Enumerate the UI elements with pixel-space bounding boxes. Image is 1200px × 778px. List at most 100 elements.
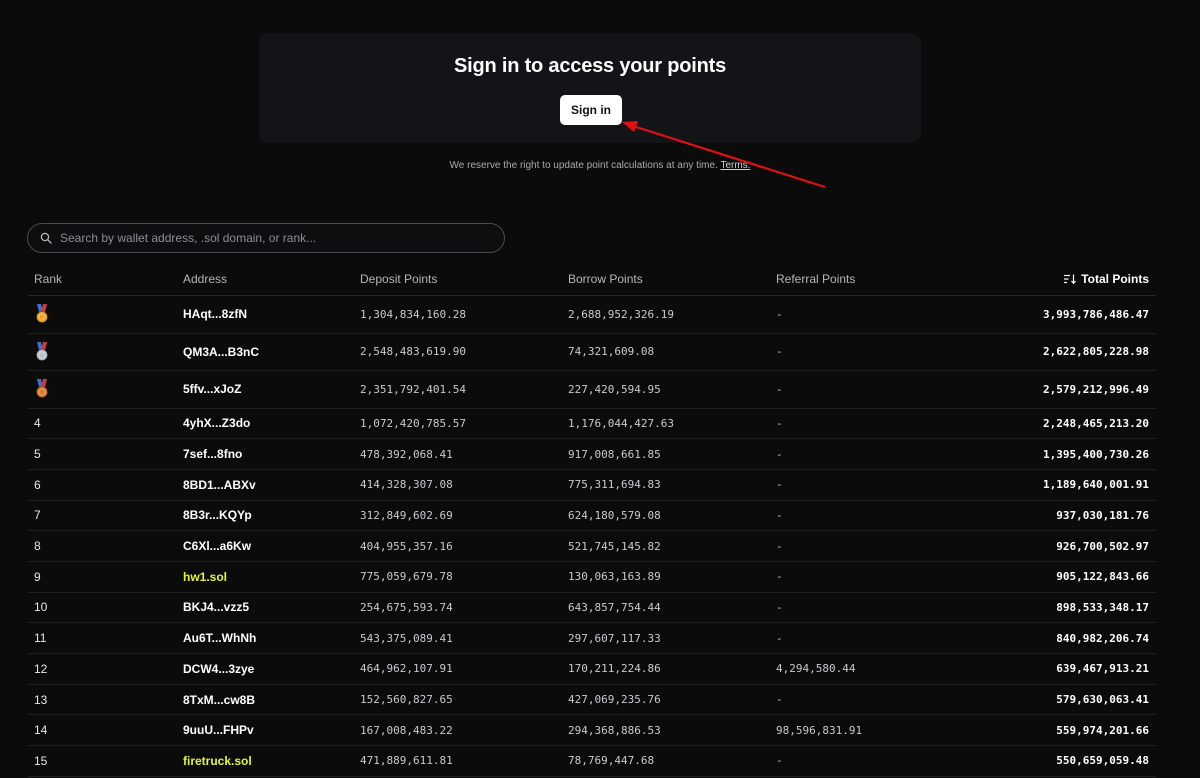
- table-row[interactable]: 12 DCW4...3zye 464,962,107.91 170,211,224.8…: [28, 654, 1156, 685]
- borrow-points: 1,176,044,427.63: [568, 416, 674, 430]
- deposit-points: 2,351,792,401.54: [360, 382, 466, 396]
- referral-points: -: [776, 600, 783, 614]
- total-points: 840,982,206.74: [1056, 631, 1149, 645]
- deposit-points: 414,328,307.08: [360, 478, 453, 492]
- header-total-label: Total Points: [1081, 272, 1149, 286]
- wallet-address[interactable]: DCW4...3zye: [178, 662, 360, 676]
- total-points: 898,533,348.17: [1056, 600, 1149, 614]
- borrow-points: 297,607,117.33: [568, 631, 661, 645]
- terms-text: We reserve the right to update point cal…: [449, 160, 718, 171]
- total-points: 3,993,786,486.47: [1043, 307, 1149, 321]
- referral-points: -: [776, 693, 783, 707]
- total-points: 550,659,059.48: [1056, 754, 1149, 768]
- wallet-address[interactable]: 8TxM...cw8B: [178, 693, 360, 707]
- deposit-points: 543,375,089.41: [360, 631, 453, 645]
- search-input[interactable]: [60, 231, 504, 245]
- table-row[interactable]: 11 Au6T...WhNh 543,375,089.41 297,607,117.3…: [28, 623, 1156, 654]
- header-deposit-points[interactable]: Deposit Points: [360, 272, 568, 286]
- header-address[interactable]: Address: [178, 272, 360, 286]
- table-row[interactable]: QM3A...B3nC 2,548,483,619.90 74,321,609.08…: [28, 334, 1156, 371]
- bronze-medal-icon: [36, 379, 48, 399]
- header-total-points[interactable]: Total Points: [976, 272, 1156, 286]
- wallet-address[interactable]: hw1.sol: [178, 570, 360, 584]
- header-rank[interactable]: Rank: [28, 272, 178, 286]
- borrow-points: 775,311,694.83: [568, 478, 661, 492]
- wallet-address[interactable]: 8B3r...KQYp: [178, 508, 360, 522]
- total-points: 2,579,212,996.49: [1043, 382, 1149, 396]
- referral-points: -: [776, 307, 783, 321]
- deposit-points: 404,955,357.16: [360, 539, 453, 553]
- wallet-address[interactable]: 8BD1...ABXv: [178, 478, 360, 492]
- total-points: 937,030,181.76: [1056, 508, 1149, 522]
- referral-points: -: [776, 416, 783, 430]
- rank-number: 13: [34, 692, 48, 707]
- header-borrow-points[interactable]: Borrow Points: [568, 272, 776, 286]
- wallet-address[interactable]: 9uuU...FHPv: [178, 723, 360, 737]
- rank-number: 4: [34, 416, 41, 431]
- wallet-address[interactable]: HAqt...8zfN: [178, 307, 360, 321]
- sort-descending-icon: [1064, 274, 1077, 284]
- total-points: 1,189,640,001.91: [1043, 478, 1149, 492]
- deposit-points: 464,962,107.91: [360, 662, 453, 676]
- referral-points: -: [776, 539, 783, 553]
- total-points: 905,122,843.66: [1056, 570, 1149, 584]
- terms-link[interactable]: Terms.: [720, 160, 750, 171]
- borrow-points: 624,180,579.08: [568, 508, 661, 522]
- signin-card: Sign in to access your points Sign in: [259, 33, 921, 143]
- referral-points: -: [776, 570, 783, 584]
- referral-points: -: [776, 447, 783, 461]
- borrow-points: 2,688,952,326.19: [568, 307, 674, 321]
- wallet-address[interactable]: 5ffv...xJoZ: [178, 382, 360, 396]
- table-row[interactable]: 8 C6Xl...a6Kw 404,955,357.16 521,745,145.82…: [28, 531, 1156, 562]
- table-row[interactable]: 5 7sef...8fno 478,392,068.41 917,008,661.85…: [28, 439, 1156, 470]
- table-row[interactable]: 4 4yhX...Z3do 1,072,420,785.57 1,176,044,42…: [28, 409, 1156, 440]
- borrow-points: 521,745,145.82: [568, 539, 661, 553]
- table-row[interactable]: 14 9uuU...FHPv 167,008,483.22 294,368,886.5…: [28, 715, 1156, 747]
- rank-medal: [28, 341, 178, 362]
- deposit-points: 1,072,420,785.57: [360, 416, 466, 430]
- wallet-address[interactable]: Au6T...WhNh: [178, 631, 360, 645]
- deposit-points: 167,008,483.22: [360, 723, 453, 737]
- borrow-points: 427,069,235.76: [568, 693, 661, 707]
- table-row[interactable]: 9 hw1.sol 775,059,679.78 130,063,163.89 - 905…: [28, 562, 1156, 593]
- deposit-points: 1,304,834,160.28: [360, 307, 466, 321]
- gold-medal-icon: [36, 304, 48, 324]
- table-row[interactable]: 6 8BD1...ABXv 414,328,307.08 775,311,694.83…: [28, 470, 1156, 501]
- rank-number: 8: [34, 539, 41, 554]
- referral-points: -: [776, 754, 783, 768]
- wallet-address[interactable]: 7sef...8fno: [178, 447, 360, 461]
- referral-points: -: [776, 508, 783, 522]
- table-header: Rank Address Deposit Points Borrow Point…: [28, 263, 1156, 296]
- search-box[interactable]: [27, 223, 505, 253]
- rank-number: 11: [34, 631, 47, 646]
- deposit-points: 2,548,483,619.90: [360, 345, 466, 359]
- deposit-points: 471,889,611.81: [360, 754, 453, 768]
- table-row[interactable]: 7 8B3r...KQYp 312,849,602.69 624,180,579.08…: [28, 501, 1156, 532]
- table-row[interactable]: 5ffv...xJoZ 2,351,792,401.54 227,420,594.9…: [28, 371, 1156, 409]
- table-row[interactable]: 13 8TxM...cw8B 152,560,827.65 427,069,235.7…: [28, 685, 1156, 716]
- rank-medal: [28, 379, 178, 399]
- table-row[interactable]: 10 BKJ4...vzz5 254,675,593.74 643,857,754.4…: [28, 593, 1156, 624]
- table-row[interactable]: 15 firetruck.sol 471,889,611.81 78,769,447.…: [28, 746, 1156, 777]
- borrow-points: 74,321,609.08: [568, 345, 655, 359]
- borrow-points: 643,857,754.44: [568, 600, 661, 614]
- borrow-points: 917,008,661.85: [568, 447, 661, 461]
- leaderboard-table: Rank Address Deposit Points Borrow Point…: [28, 263, 1156, 777]
- wallet-address[interactable]: C6Xl...a6Kw: [178, 539, 360, 553]
- wallet-address[interactable]: BKJ4...vzz5: [178, 600, 360, 614]
- signin-title: Sign in to access your points: [453, 55, 727, 77]
- signin-button[interactable]: Sign in: [560, 95, 622, 125]
- rank-number: 10: [34, 600, 48, 615]
- wallet-address[interactable]: firetruck.sol: [178, 754, 360, 768]
- table-row[interactable]: HAqt...8zfN 1,304,834,160.28 2,688,952,326…: [28, 296, 1156, 334]
- header-referral-points[interactable]: Referral Points: [776, 272, 976, 286]
- total-points: 2,622,805,228.98: [1043, 345, 1149, 359]
- total-points: 639,467,913.21: [1056, 662, 1149, 676]
- rank-number: 7: [34, 508, 41, 523]
- search-icon: [40, 232, 52, 244]
- wallet-address[interactable]: 4yhX...Z3do: [178, 416, 360, 430]
- referral-points: -: [776, 631, 783, 645]
- total-points: 1,395,400,730.26: [1043, 447, 1149, 461]
- wallet-address[interactable]: QM3A...B3nC: [178, 345, 360, 359]
- rank-number: 15: [34, 753, 48, 768]
